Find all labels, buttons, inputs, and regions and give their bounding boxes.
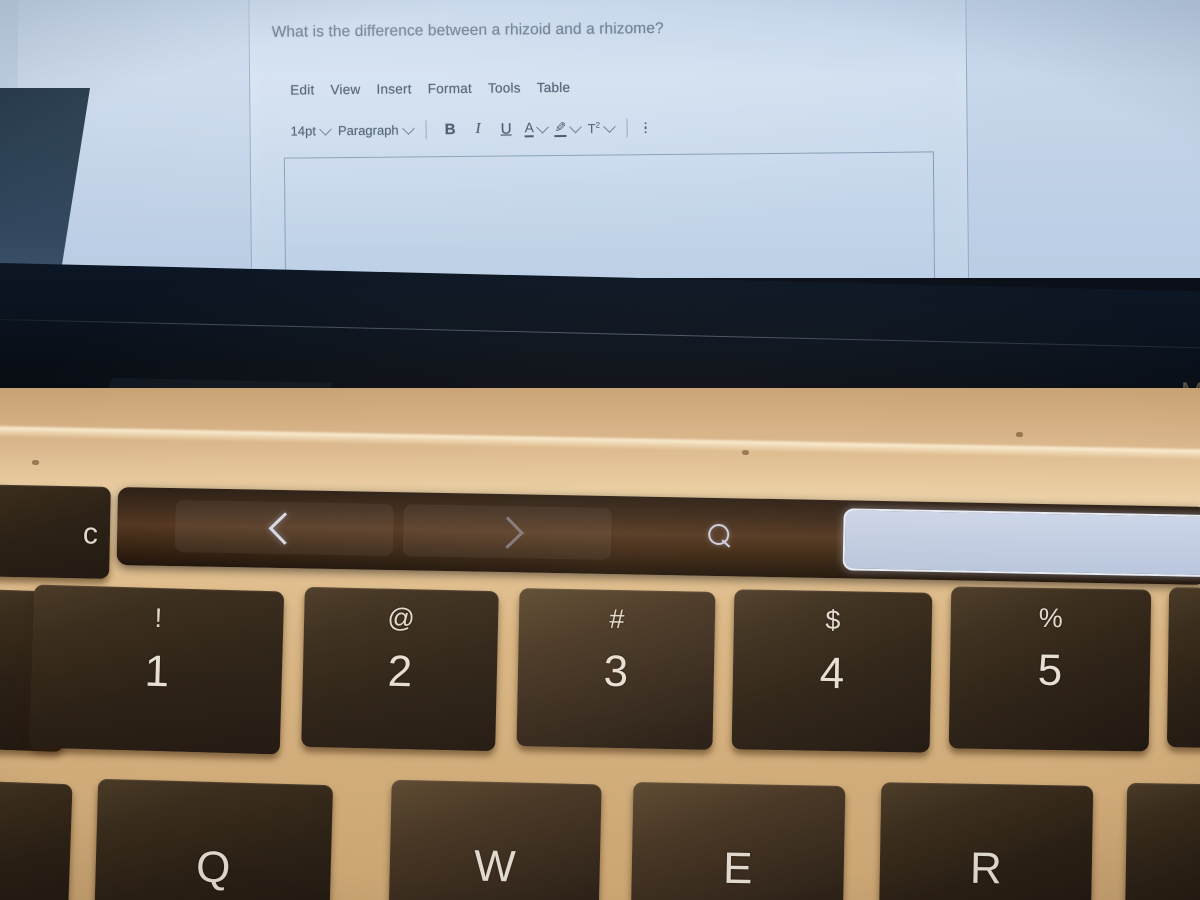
answer-textarea[interactable] bbox=[283, 151, 936, 278]
deck-front-highlight bbox=[0, 425, 1200, 461]
chevron-left-icon bbox=[268, 511, 301, 545]
touchbar-back-button[interactable] bbox=[174, 500, 394, 557]
editor-format-toolbar: 14pt Paragraph B I U A ✎ T2 bbox=[291, 118, 647, 140]
search-icon bbox=[707, 523, 733, 549]
key-6[interactable] bbox=[1166, 587, 1200, 749]
touchbar-forward-button[interactable] bbox=[402, 504, 612, 561]
deck-speck bbox=[32, 460, 39, 465]
block-style-value: Paragraph bbox=[337, 122, 399, 139]
superscript-exponent: 2 bbox=[595, 120, 601, 130]
chevron-down-icon bbox=[602, 120, 616, 133]
pencil-icon: ✎ bbox=[555, 119, 567, 138]
text-color-button[interactable]: A bbox=[525, 119, 550, 138]
key-tab[interactable] bbox=[0, 779, 73, 900]
highlight-color-button[interactable]: ✎ bbox=[555, 119, 582, 138]
screen-left-dark-wedge bbox=[0, 88, 90, 278]
key-3-symbol: # bbox=[609, 604, 625, 635]
key-1-number: 1 bbox=[144, 646, 170, 697]
underline-button[interactable]: U bbox=[497, 120, 516, 137]
key-4-symbol: $ bbox=[825, 605, 841, 636]
key-4[interactable]: $ 4 bbox=[731, 589, 933, 753]
key-5-number: 5 bbox=[1037, 646, 1063, 696]
superscript-button[interactable]: T2 bbox=[588, 120, 616, 136]
key-2-number: 2 bbox=[387, 646, 413, 696]
key-esc-label: c bbox=[82, 517, 99, 551]
question-text: What is the difference between a rhizoid… bbox=[271, 20, 664, 41]
key-esc[interactable]: c bbox=[0, 483, 111, 579]
key-4-number: 4 bbox=[819, 648, 845, 698]
font-size-value: 14pt bbox=[290, 123, 316, 139]
toolbar-divider bbox=[425, 120, 427, 140]
chevron-down-icon bbox=[569, 120, 582, 134]
deck-speck bbox=[1016, 432, 1023, 437]
chevron-down-icon bbox=[536, 120, 550, 134]
menu-item-insert[interactable]: Insert bbox=[376, 81, 411, 96]
menu-item-edit[interactable]: Edit bbox=[290, 82, 314, 97]
key-3[interactable]: # 3 bbox=[516, 588, 716, 750]
menu-item-format[interactable]: Format bbox=[428, 81, 472, 96]
chevron-right-icon bbox=[490, 515, 524, 549]
kebab-dot bbox=[644, 121, 647, 125]
superscript-icon: T2 bbox=[588, 120, 601, 135]
key-3-number: 3 bbox=[603, 646, 629, 697]
menu-item-view[interactable]: View bbox=[330, 82, 360, 97]
kebab-dot bbox=[644, 126, 647, 129]
chevron-down-icon bbox=[319, 122, 333, 136]
key-e[interactable]: E bbox=[630, 781, 846, 900]
menu-item-table[interactable]: Table bbox=[537, 80, 571, 95]
superscript-base: T bbox=[587, 120, 596, 136]
key-r[interactable]: R bbox=[878, 782, 1094, 900]
block-style-dropdown[interactable]: Paragraph bbox=[337, 122, 415, 139]
text-color-icon: A bbox=[525, 119, 535, 138]
key-2[interactable]: @ 2 bbox=[301, 586, 499, 752]
touchbar-search-button[interactable] bbox=[617, 508, 824, 564]
chevron-down-icon bbox=[402, 122, 415, 135]
key-q[interactable]: Q bbox=[93, 778, 334, 900]
key-e-label: E bbox=[722, 843, 753, 894]
key-w-label: W bbox=[473, 841, 517, 892]
touchbar-suggestion-strip[interactable] bbox=[842, 508, 1200, 579]
bezel-hairline bbox=[0, 317, 1200, 350]
editor-menubar: Edit View Insert Format Tools Table bbox=[290, 80, 570, 98]
menu-item-tools[interactable]: Tools bbox=[488, 80, 521, 95]
bold-button[interactable]: B bbox=[441, 121, 460, 138]
key-w[interactable]: W bbox=[388, 779, 602, 900]
key-2-symbol: @ bbox=[387, 603, 416, 634]
font-size-dropdown[interactable]: 14pt bbox=[290, 122, 333, 139]
photo-scene: What is the difference between a rhizoid… bbox=[0, 0, 1200, 900]
key-1[interactable]: ! 1 bbox=[29, 584, 285, 755]
key-r-label: R bbox=[969, 843, 1003, 894]
deck-speck bbox=[742, 450, 749, 455]
key-5-symbol: % bbox=[1038, 602, 1064, 633]
quiz-content-panel: What is the difference between a rhizoid… bbox=[248, 0, 970, 278]
kebab-dot bbox=[644, 131, 647, 134]
more-options-icon[interactable] bbox=[644, 121, 647, 134]
toolbar-divider bbox=[626, 118, 628, 138]
italic-button[interactable]: I bbox=[469, 121, 488, 138]
key-t[interactable] bbox=[1124, 782, 1200, 900]
key-5[interactable]: % 5 bbox=[948, 586, 1152, 752]
laptop-screen: What is the difference between a rhizoid… bbox=[0, 0, 1200, 278]
key-q-label: Q bbox=[195, 842, 232, 893]
key-1-symbol: ! bbox=[154, 602, 163, 633]
